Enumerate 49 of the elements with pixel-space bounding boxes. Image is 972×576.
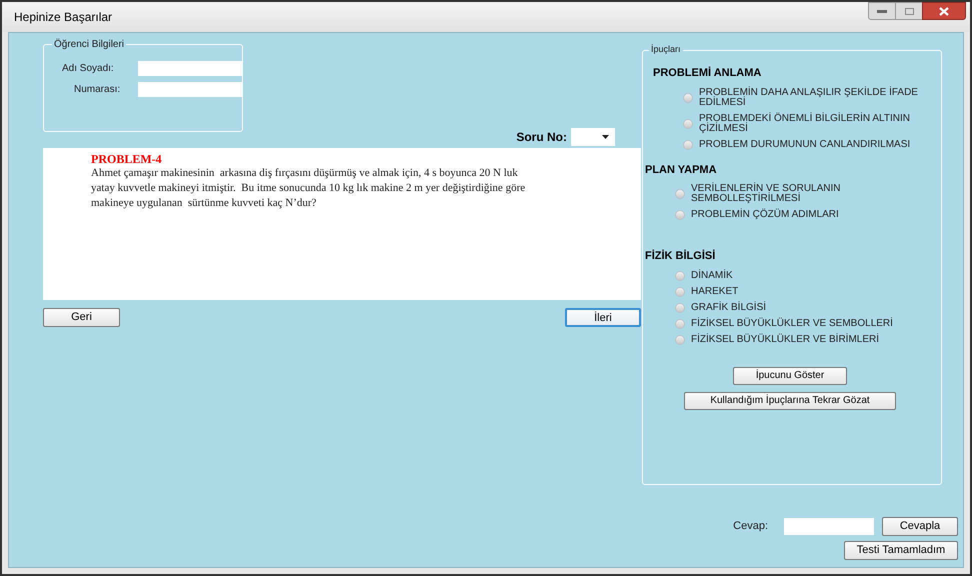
radio-button[interactable] xyxy=(675,318,685,328)
question-number-dropdown[interactable] xyxy=(571,128,615,146)
window-title: Hepinize Başarılar xyxy=(14,9,112,26)
dropdown-caret-icon xyxy=(602,135,609,139)
group-title: Öğrenci Bilgileri xyxy=(52,37,126,52)
back-button[interactable]: Geri xyxy=(43,308,120,327)
show-hint-button[interactable]: İpucunu Göster xyxy=(733,366,847,384)
minimize-icon xyxy=(877,10,887,12)
radio-button[interactable] xyxy=(675,302,685,312)
next-button[interactable]: İleri xyxy=(565,308,641,327)
radio-button[interactable] xyxy=(675,189,685,199)
radio-option[interactable]: PROBLEM DURUMUNUN CANLANDIRILMASI xyxy=(643,140,941,150)
radio-button[interactable] xyxy=(683,92,693,102)
radio-option[interactable]: PROBLEMİN ÇÖZÜM ADIMLARI xyxy=(643,210,941,220)
radio-button[interactable] xyxy=(675,286,685,296)
minimize-button[interactable] xyxy=(868,2,896,20)
text-field[interactable] xyxy=(138,82,242,97)
radio-button[interactable] xyxy=(683,118,693,128)
radio-option[interactable]: FİZİKSEL BÜYÜKLÜKLER VE SEMBOLLERİ xyxy=(643,318,941,328)
radio-button[interactable] xyxy=(675,210,685,220)
radio-option[interactable]: FİZİKSEL BÜYÜKLÜKLER VE BİRİMLERİ xyxy=(643,334,941,344)
group-title: İpuçları xyxy=(649,43,683,56)
problem-text: Ahmet çamaşır makinesinin arkasına diş fırçasını düşürmüş ve almak için, 4 s boyunca 20 N luk yatay kuvvetle makineyi itmiştir. Bu itme sonucunda 10 kg lık makine 2 m yer değiştirdiğine göre makineye uygulanan sürtünme kuvveti kaç N’dur? xyxy=(91,166,526,211)
radio-option[interactable]: PROBLEMDEKİ ÖNEMLİ BİLGİLERİN ALTININ ÇİZİLMESİ xyxy=(643,114,941,134)
answer-field[interactable] xyxy=(784,518,874,535)
text-field[interactable] xyxy=(138,61,242,76)
submit-answer-button[interactable]: Cevapla xyxy=(882,517,958,536)
radio-option[interactable]: GRAFİK BİLGİSİ xyxy=(643,302,941,312)
radio-button[interactable] xyxy=(683,140,693,150)
finish-test-button[interactable]: Testi Tamamladım xyxy=(844,541,958,560)
field-label: Adı Soyadı: xyxy=(61,62,115,76)
radio-button[interactable] xyxy=(675,334,685,344)
question-number-label: Soru No: xyxy=(516,129,567,146)
radio-button[interactable] xyxy=(675,270,685,280)
radio-option[interactable]: HAREKET xyxy=(643,286,941,296)
section-heading: PLAN YAPMA xyxy=(644,162,718,178)
answer-label: Cevap: xyxy=(733,519,768,534)
problem-title: PROBLEM-4 xyxy=(91,152,163,166)
field-label: Numarası: xyxy=(73,83,122,97)
section-heading: PROBLEMİ ANLAMA xyxy=(652,66,762,81)
review-hints-button[interactable]: Kullandığım İpuçlarına Tekrar Gözat xyxy=(684,392,896,410)
radio-option[interactable]: VERİLENLERİN VE SORULANIN SEMBOLLEŞTİRİLMESİ xyxy=(643,184,941,204)
maximize-button[interactable] xyxy=(896,2,922,20)
section-heading: FİZİK BİLGİSİ xyxy=(644,248,716,264)
radio-option[interactable]: DİNAMİK xyxy=(643,270,941,280)
close-button[interactable] xyxy=(922,2,966,20)
close-icon xyxy=(939,6,949,16)
radio-option[interactable]: PROBLEMİN DAHA ANLAŞILIR ŞEKİLDE İFADE EDİLMESİ xyxy=(643,88,941,108)
maximize-icon xyxy=(904,8,914,14)
